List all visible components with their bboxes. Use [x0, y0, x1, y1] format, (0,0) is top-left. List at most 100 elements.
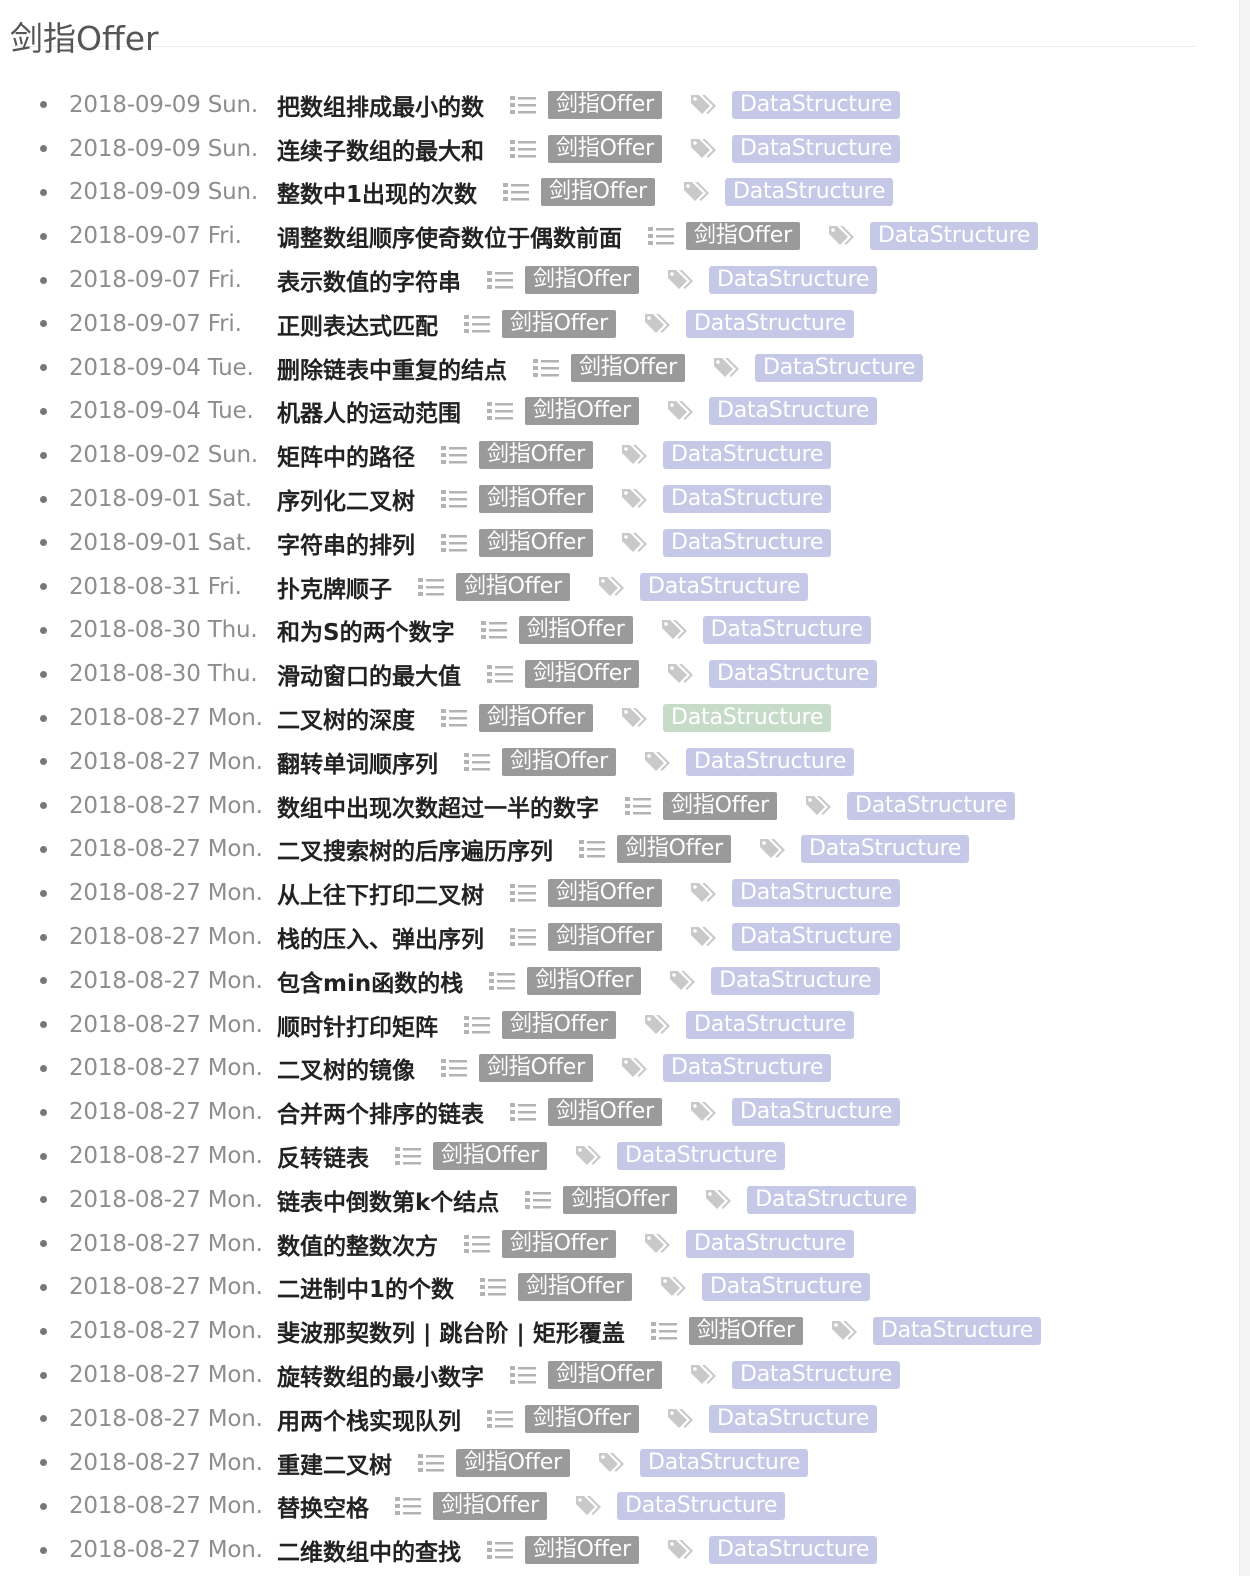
post-title-link[interactable]: 翻转单词顺序列: [277, 745, 438, 779]
tag-badge[interactable]: DataStructure: [640, 572, 809, 601]
post-title-link[interactable]: 删除链表中重复的结点: [277, 351, 507, 385]
post-title-link[interactable]: 包含min函数的栈: [277, 964, 463, 998]
tag-badge[interactable]: DataStructure: [725, 178, 894, 207]
tag-badge[interactable]: DataStructure: [732, 90, 901, 119]
category-badge[interactable]: 剑指Offer: [525, 397, 639, 426]
post-title-link[interactable]: 替换空格: [277, 1489, 369, 1523]
category-badge[interactable]: 剑指Offer: [548, 134, 662, 163]
category-badge[interactable]: 剑指Offer: [479, 528, 593, 557]
tag-badge[interactable]: DataStructure: [711, 966, 880, 995]
category-badge[interactable]: 剑指Offer: [518, 1273, 633, 1302]
category-badge[interactable]: 剑指Offer: [502, 1010, 616, 1039]
tag-badge[interactable]: DataStructure: [663, 704, 832, 733]
tag-badge[interactable]: DataStructure: [686, 747, 855, 776]
category-badge[interactable]: 剑指Offer: [456, 572, 570, 601]
tag-badge[interactable]: DataStructure: [617, 1142, 786, 1171]
tag-badge[interactable]: DataStructure: [663, 485, 832, 514]
tag-badge[interactable]: DataStructure: [709, 397, 878, 426]
tag-badge[interactable]: DataStructure: [732, 1361, 901, 1389]
post-title-link[interactable]: 栈的压入、弹出序列: [277, 920, 484, 954]
category-badge[interactable]: 剑指Offer: [502, 309, 616, 338]
post-title-link[interactable]: 数值的整数次方: [277, 1227, 438, 1261]
post-title-link[interactable]: 矩阵中的路径: [277, 438, 415, 472]
tag-badge[interactable]: DataStructure: [686, 1229, 855, 1258]
post-title-link[interactable]: 扑克牌顺子: [277, 570, 392, 604]
tag-badge[interactable]: DataStructure: [755, 353, 924, 382]
category-badge[interactable]: 剑指Offer: [433, 1142, 547, 1171]
category-badge[interactable]: 剑指Offer: [479, 441, 593, 470]
category-badge[interactable]: 剑指Offer: [525, 660, 639, 689]
tag-badge[interactable]: DataStructure: [870, 222, 1039, 251]
tag-badge[interactable]: DataStructure: [640, 1448, 809, 1477]
tag-badge[interactable]: DataStructure: [686, 1010, 855, 1039]
post-title-link[interactable]: 二进制中1的个数: [277, 1270, 454, 1304]
post-title-link[interactable]: 斐波那契数列 | 跳台阶 | 矩形覆盖: [277, 1314, 625, 1348]
category-badge[interactable]: 剑指Offer: [617, 835, 731, 864]
category-badge[interactable]: 剑指Offer: [571, 353, 685, 382]
post-title-link[interactable]: 连续子数组的最大和: [277, 132, 484, 166]
post-title-link[interactable]: 旋转数组的最小数字: [277, 1358, 484, 1392]
tag-badge[interactable]: DataStructure: [702, 616, 871, 645]
category-badge[interactable]: 剑指Offer: [548, 1361, 662, 1389]
tag-badge[interactable]: DataStructure: [732, 134, 901, 163]
category-badge[interactable]: 剑指Offer: [541, 178, 656, 207]
post-title-link[interactable]: 顺时针打印矩阵: [277, 1008, 438, 1042]
category-badge[interactable]: 剑指Offer: [525, 266, 639, 295]
tag-badge[interactable]: DataStructure: [617, 1492, 786, 1521]
category-badge[interactable]: 剑指Offer: [479, 704, 593, 733]
scrollbar[interactable]: [1239, 0, 1250, 1576]
post-title-link[interactable]: 机器人的运动范围: [277, 394, 461, 428]
category-badge[interactable]: 剑指Offer: [502, 1229, 616, 1258]
post-title-link[interactable]: 序列化二叉树: [277, 482, 415, 516]
post-title-link[interactable]: 二叉树的深度: [277, 701, 415, 735]
tag-badge[interactable]: DataStructure: [801, 835, 970, 864]
post-title-link[interactable]: 把数组排成最小的数: [277, 88, 484, 122]
post-title-link[interactable]: 调整数组顺序使奇数位于偶数前面: [277, 219, 622, 253]
post-title-link[interactable]: 重建二叉树: [277, 1446, 392, 1480]
category-badge[interactable]: 剑指Offer: [548, 923, 662, 952]
post-title-link[interactable]: 数组中出现次数超过一半的数字: [277, 789, 599, 823]
category-badge[interactable]: 剑指Offer: [548, 90, 662, 119]
category-badge[interactable]: 剑指Offer: [525, 1536, 639, 1565]
category-badge[interactable]: 剑指Offer: [688, 1317, 803, 1346]
category-badge[interactable]: 剑指Offer: [479, 1054, 593, 1083]
tag-badge[interactable]: DataStructure: [663, 1054, 832, 1083]
category-badge[interactable]: 剑指Offer: [502, 747, 616, 776]
post-title-link[interactable]: 二叉搜索树的后序遍历序列: [277, 832, 553, 866]
category-badge[interactable]: 剑指Offer: [663, 791, 777, 820]
tag-badge[interactable]: DataStructure: [732, 1098, 901, 1127]
post-title-link[interactable]: 表示数值的字符串: [277, 263, 461, 297]
category-badge[interactable]: 剑指Offer: [525, 1404, 639, 1433]
tag-badge[interactable]: DataStructure: [686, 309, 855, 338]
category-badge[interactable]: 剑指Offer: [518, 616, 633, 645]
tag-badge[interactable]: DataStructure: [872, 1317, 1042, 1346]
category-badge[interactable]: 剑指Offer: [548, 1098, 662, 1127]
post-title-link[interactable]: 正则表达式匹配: [277, 307, 438, 341]
category-badge[interactable]: 剑指Offer: [456, 1448, 570, 1477]
post-title-link[interactable]: 和为S的两个数字: [277, 613, 455, 647]
tag-badge[interactable]: DataStructure: [709, 266, 878, 295]
category-badge[interactable]: 剑指Offer: [563, 1185, 678, 1214]
tag-badge[interactable]: DataStructure: [663, 528, 832, 557]
post-title-link[interactable]: 链表中倒数第k个结点: [277, 1183, 499, 1217]
tag-badge[interactable]: DataStructure: [663, 441, 832, 470]
tag-badge[interactable]: DataStructure: [847, 791, 1016, 820]
post-title-link[interactable]: 二维数组中的查找: [277, 1533, 461, 1567]
category-badge[interactable]: 剑指Offer: [548, 879, 662, 908]
post-title-link[interactable]: 字符串的排列: [277, 526, 415, 560]
post-title-link[interactable]: 整数中1出现的次数: [277, 175, 477, 209]
category-badge[interactable]: 剑指Offer: [686, 222, 800, 251]
post-title-link[interactable]: 滑动窗口的最大值: [277, 657, 461, 691]
post-title-link[interactable]: 二叉树的镜像: [277, 1051, 415, 1085]
post-title-link[interactable]: 反转链表: [277, 1139, 369, 1173]
tag-badge[interactable]: DataStructure: [732, 879, 901, 908]
post-title-link[interactable]: 合并两个排序的链表: [277, 1095, 484, 1129]
tag-badge[interactable]: DataStructure: [709, 660, 878, 689]
category-badge[interactable]: 剑指Offer: [433, 1492, 547, 1521]
tag-badge[interactable]: DataStructure: [732, 923, 901, 952]
post-title-link[interactable]: 从上往下打印二叉树: [277, 876, 484, 910]
post-title-link[interactable]: 用两个栈实现队列: [277, 1402, 461, 1436]
tag-badge[interactable]: DataStructure: [747, 1185, 916, 1214]
tag-badge[interactable]: DataStructure: [702, 1273, 871, 1302]
tag-badge[interactable]: DataStructure: [709, 1536, 878, 1565]
